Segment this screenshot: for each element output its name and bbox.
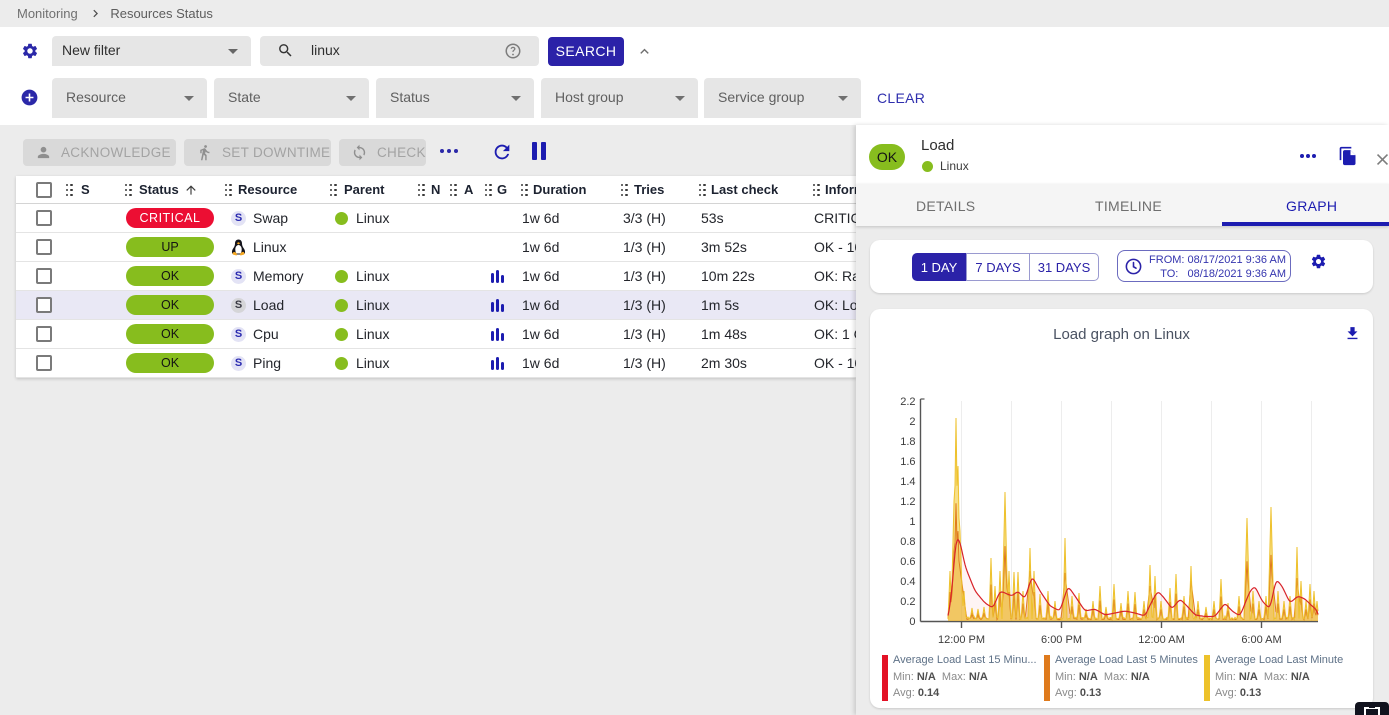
svg-text:1.8: 1.8 [900, 436, 915, 448]
svg-text:2.2: 2.2 [900, 396, 915, 408]
svg-text:1.4: 1.4 [900, 476, 915, 488]
svg-text:1: 1 [909, 516, 915, 528]
svg-text:0.6: 0.6 [900, 556, 915, 568]
svg-text:2: 2 [909, 416, 915, 428]
svg-text:6:00 AM: 6:00 AM [1241, 634, 1281, 646]
svg-text:0.4: 0.4 [900, 576, 915, 588]
svg-text:0.2: 0.2 [900, 596, 915, 608]
svg-text:0.8: 0.8 [900, 536, 915, 548]
svg-text:1.2: 1.2 [900, 496, 915, 508]
svg-text:6:00 PM: 6:00 PM [1041, 634, 1082, 646]
svg-text:0: 0 [909, 616, 915, 628]
svg-text:12:00 AM: 12:00 AM [1138, 634, 1184, 646]
svg-text:12:00 PM: 12:00 PM [938, 634, 985, 646]
svg-text:1.6: 1.6 [900, 456, 915, 468]
